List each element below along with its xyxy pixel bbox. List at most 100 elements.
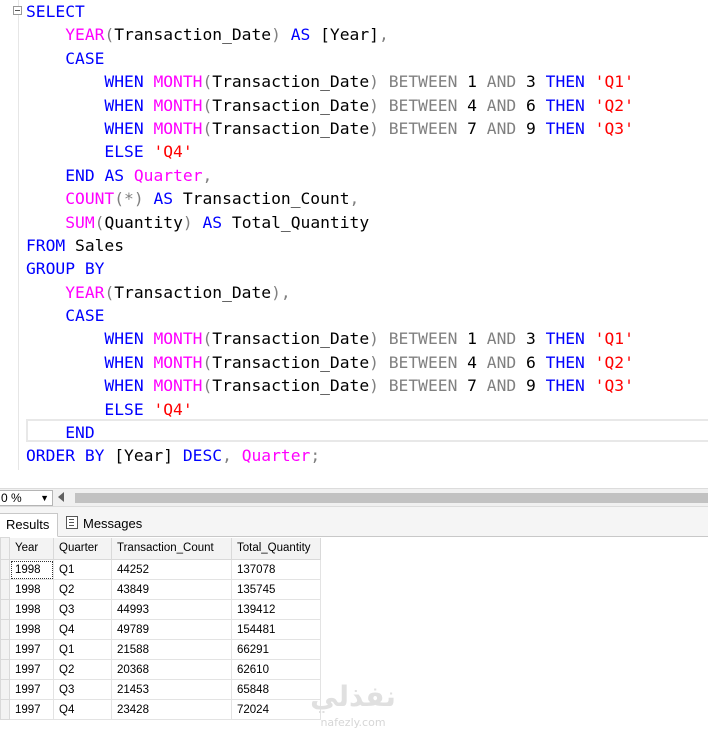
code-line[interactable]: WHEN MONTH(Transaction_Date) BETWEEN 1 A… bbox=[26, 70, 633, 93]
column-header-total-quantity[interactable]: Total_Quantity bbox=[231, 537, 321, 560]
results-table: Year Quarter Transaction_Count Total_Qua… bbox=[0, 537, 321, 720]
table-cell[interactable]: 1998 bbox=[9, 599, 54, 620]
code-line[interactable]: FROM Sales bbox=[26, 234, 634, 257]
table-cell[interactable]: 1998 bbox=[9, 559, 54, 580]
row-header[interactable] bbox=[0, 699, 10, 720]
code-line[interactable]: COUNT(*) AS Transaction_Count, bbox=[26, 187, 634, 210]
table-row[interactable]: 1998 Q3 44993 139412 bbox=[0, 599, 321, 620]
code-token-kw: THEN bbox=[545, 118, 585, 138]
code-token-kw: AS bbox=[104, 165, 125, 185]
table-cell[interactable]: 21453 bbox=[111, 679, 232, 700]
row-header[interactable] bbox=[0, 599, 10, 620]
code-line[interactable]: SELECT bbox=[26, 0, 634, 23]
code-line[interactable]: CASE bbox=[26, 304, 634, 327]
code-line[interactable]: WHEN MONTH(Transaction_Date) BETWEEN 7 A… bbox=[26, 117, 633, 140]
code-token: 1 bbox=[457, 72, 487, 92]
table-row[interactable]: 1998 Q4 49789 154481 bbox=[0, 619, 321, 640]
code-line[interactable]: CASE bbox=[26, 47, 634, 70]
code-line[interactable]: ELSE 'Q4' bbox=[26, 140, 634, 163]
table-cell[interactable]: Q2 bbox=[53, 579, 112, 600]
row-header[interactable] bbox=[0, 679, 10, 700]
tab-results[interactable]: Results bbox=[0, 513, 58, 537]
table-row[interactable]: 1997 Q2 20368 62610 bbox=[0, 659, 321, 680]
table-cell[interactable]: 135745 bbox=[231, 579, 321, 600]
code-line[interactable]: WHEN MONTH(Transaction_Date) BETWEEN 1 A… bbox=[26, 327, 633, 350]
table-cell[interactable]: 43849 bbox=[111, 579, 232, 600]
column-header-quarter[interactable]: Quarter bbox=[53, 537, 112, 560]
code-line[interactable]: END bbox=[26, 421, 634, 444]
code-line[interactable]: WHEN MONTH(Transaction_Date) BETWEEN 4 A… bbox=[26, 351, 633, 374]
table-cell[interactable]: Q1 bbox=[53, 639, 112, 660]
code-token-kw: WHEN bbox=[104, 95, 144, 115]
row-header[interactable] bbox=[0, 659, 10, 680]
table-cell[interactable]: 1997 bbox=[9, 639, 54, 660]
table-cell[interactable]: Q4 bbox=[53, 699, 112, 720]
table-cell[interactable]: 62610 bbox=[231, 659, 321, 680]
table-cell[interactable]: 1998 bbox=[9, 619, 54, 640]
collapse-toggle-icon[interactable] bbox=[13, 6, 22, 15]
table-cell[interactable]: 137078 bbox=[231, 559, 321, 580]
code-token-op: AND bbox=[486, 376, 517, 396]
row-header[interactable] bbox=[0, 559, 10, 580]
table-cell[interactable]: 154481 bbox=[231, 619, 321, 640]
query-editor[interactable]: SELECT YEAR(Transaction_Date) AS [Year],… bbox=[0, 0, 708, 488]
code-token-kw: AS bbox=[153, 189, 174, 209]
table-cell[interactable]: 21588 bbox=[111, 639, 232, 660]
column-header-transaction-count[interactable]: Transaction_Count bbox=[111, 537, 232, 560]
table-cell[interactable]: Q2 bbox=[53, 659, 112, 680]
table-row[interactable]: 1997 Q3 21453 65848 bbox=[0, 679, 321, 700]
code-line[interactable]: SUM(Quantity) AS Total_Quantity bbox=[26, 211, 634, 234]
code-token-op: BETWEEN bbox=[388, 95, 458, 115]
code-token-op: ) bbox=[369, 118, 379, 138]
code-token-op: AND bbox=[486, 72, 517, 92]
table-cell[interactable]: 23428 bbox=[111, 699, 232, 720]
code-line[interactable]: GROUP BY bbox=[26, 257, 634, 280]
code-line[interactable]: YEAR(Transaction_Date), bbox=[26, 281, 634, 304]
code-line[interactable]: WHEN MONTH(Transaction_Date) BETWEEN 7 A… bbox=[26, 374, 633, 397]
table-cell[interactable]: 1998 bbox=[9, 579, 54, 600]
table-cell[interactable]: 139412 bbox=[231, 599, 321, 620]
table-row[interactable]: 1998 Q2 43849 135745 bbox=[0, 579, 321, 600]
code-line[interactable]: ELSE 'Q4' bbox=[26, 398, 634, 421]
table-row[interactable]: 1998 Q1 44252 137078 bbox=[0, 559, 321, 580]
corner-cell[interactable] bbox=[0, 537, 10, 560]
table-cell[interactable]: 1997 bbox=[9, 659, 54, 680]
tab-messages[interactable]: Messages bbox=[62, 513, 142, 537]
sql-code[interactable]: SELECT YEAR(Transaction_Date) AS [Year],… bbox=[26, 0, 634, 468]
code-token-fn: YEAR bbox=[65, 282, 105, 302]
watermark-logo: نفذلي nafezly.com bbox=[308, 680, 398, 730]
table-cell[interactable]: 1997 bbox=[9, 679, 54, 700]
table-cell[interactable]: Q4 bbox=[53, 619, 112, 640]
table-cell[interactable]: 44993 bbox=[111, 599, 232, 620]
column-header-year[interactable]: Year bbox=[9, 537, 54, 560]
code-line[interactable]: ORDER BY [Year] DESC, Quarter; bbox=[26, 444, 634, 467]
row-header[interactable] bbox=[0, 639, 10, 660]
row-header[interactable] bbox=[0, 579, 10, 600]
row-header[interactable] bbox=[0, 619, 10, 640]
table-cell[interactable]: Q3 bbox=[53, 599, 112, 620]
table-cell[interactable]: 49789 bbox=[111, 619, 232, 640]
horizontal-scrollbar-thumb[interactable] bbox=[75, 493, 708, 503]
code-token-op: ) bbox=[369, 376, 379, 396]
table-cell[interactable]: 1997 bbox=[9, 699, 54, 720]
table-row[interactable]: 1997 Q1 21588 66291 bbox=[0, 639, 321, 660]
code-line[interactable]: END AS Quarter, bbox=[26, 164, 634, 187]
code-line[interactable]: YEAR(Transaction_Date) AS [Year], bbox=[26, 23, 634, 46]
code-line[interactable]: WHEN MONTH(Transaction_Date) BETWEEN 4 A… bbox=[26, 94, 633, 117]
table-row[interactable]: 1997 Q4 23428 72024 bbox=[0, 699, 321, 720]
table-cell[interactable]: 66291 bbox=[231, 639, 321, 660]
table-cell[interactable]: 44252 bbox=[111, 559, 232, 580]
code-token-op: , bbox=[378, 25, 389, 45]
zoom-dropdown[interactable]: 0 % ▼ bbox=[0, 490, 53, 506]
table-cell[interactable]: Q1 bbox=[53, 559, 112, 580]
table-cell[interactable]: Q3 bbox=[53, 679, 112, 700]
header-row: Year Quarter Transaction_Count Total_Qua… bbox=[0, 537, 321, 560]
scroll-left-arrow-icon[interactable] bbox=[58, 492, 64, 502]
table-cell[interactable]: 20368 bbox=[111, 659, 232, 680]
